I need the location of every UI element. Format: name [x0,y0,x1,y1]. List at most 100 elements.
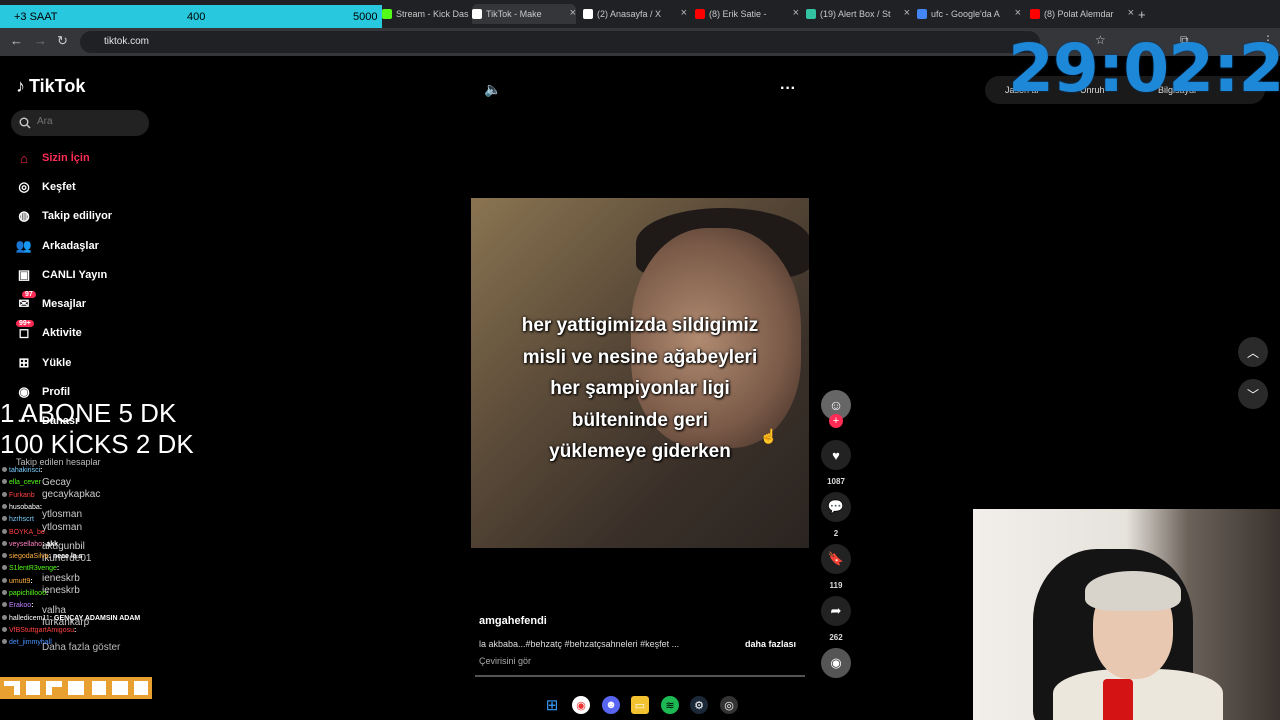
sidebar-item[interactable]: ◎ Keşfet [14,177,75,197]
following-account[interactable]: ieneskrb [42,573,80,584]
show-more-link[interactable]: Daha fazla göster [42,642,120,653]
steam-icon[interactable]: ⚙ [690,696,708,714]
following-account[interactable]: ytlosman [42,522,82,533]
tab-close-icon[interactable]: × [1015,7,1021,19]
chat-text: : [56,565,60,573]
browser-tab[interactable]: TikTok - Make × [472,4,576,24]
progress-end: 5000 [353,11,378,23]
chat-text: : neee la s [48,553,83,561]
chat-badge-icon [2,540,7,546]
comment-count: 2 [833,529,839,538]
reload-icon[interactable]: ↻ [57,33,68,49]
logo-graphic [0,677,152,699]
share-button[interactable]: ➦ [821,596,851,626]
chat-badge-icon [2,590,7,595]
compass-icon: ◎ [18,179,30,194]
more-button[interactable]: daha fazlası [745,639,796,649]
browser-tab[interactable]: ufc - Google'da A × [917,4,1021,24]
browser-tab[interactable]: (19) Alert Box / St × [806,4,910,24]
sidebar-item[interactable]: ⊞ Yükle [14,353,72,373]
comment-button[interactable]: 💬 [821,492,851,522]
search-icon [19,117,31,129]
next-video-button[interactable]: ﹀ [1238,379,1268,409]
chrome-icon[interactable]: ◉ [572,696,590,714]
volume-icon[interactable]: 🔈 [484,81,501,98]
tiktok-logo[interactable]: ♪ TikTok [16,76,85,97]
tab-label: (8) Polat Alemdar [1044,9,1114,19]
chat-username: Erakoo [9,602,32,610]
progress-label: +3 SAAT [14,11,58,23]
chat-message: tahakirisci: [2,467,42,474]
following-account[interactable]: ytlosman [42,509,82,520]
following-account[interactable]: Gecay [42,477,71,488]
share-count: 262 [829,633,843,642]
video-description: la akbaba...#behzatç #behzatçsahneleri #… [479,639,680,649]
browser-tab[interactable]: Stream - Kick Das× [382,4,486,24]
sidebar-item[interactable]: ⌂ Sizin İçin [14,148,90,168]
tab-close-icon[interactable]: × [681,7,687,19]
tab-close-icon[interactable]: × [904,7,910,19]
chat-badge-icon [2,479,7,485]
following-account[interactable]: gecaykapkac [42,489,100,500]
chat-text: : GENÇAY ADAMSIN ADAM [49,614,141,622]
promo-line-2: 100 KİCKS 2 DK [0,429,194,459]
chevron-up-icon: ︿ [1246,345,1259,360]
comment-icon: 💬 [827,499,845,514]
follow-plus-icon[interactable]: + [829,414,843,428]
video-author[interactable]: amgahefendi [479,615,547,627]
chat-username: ella_cever [9,479,41,487]
chat-badge-icon [2,626,7,632]
chat-message: husobaba: [2,503,42,511]
forward-icon[interactable]: → [34,33,47,48]
search-box[interactable] [11,110,149,136]
chat-badge-icon [2,577,7,583]
windows-start-icon[interactable]: ⊞ [543,696,561,714]
obs-icon[interactable]: ◎ [720,696,738,714]
like-button[interactable]: ♥ [821,440,851,470]
sidebar-item-label: Arkadaşlar [42,240,99,252]
microphone [1103,679,1133,720]
back-icon[interactable]: ← [10,33,23,48]
browser-tab[interactable]: (8) Erik Satie - × [695,4,799,24]
translate-link[interactable]: Çevirisini gör [479,656,531,666]
browser-tab[interactable]: (2) Anasayfa / X × [583,4,687,24]
chat-message: ella_cever [2,479,41,486]
sidebar-item[interactable]: ◍ Takip ediliyor [14,206,112,226]
sidebar-item-label: Aktivite [42,327,82,339]
browser-tab[interactable]: (8) Polat Alemdar × [1030,4,1134,24]
music-disc-avatar[interactable]: ◉ [821,648,851,678]
streamer-hair [1085,571,1181,611]
save-count: 119 [829,581,843,590]
video-caption: her yattigimizda sildigimiz misli ve nesi… [471,310,809,468]
progress-mid: 400 [187,11,206,23]
tab-close-icon[interactable]: × [570,7,576,19]
tab-close-icon[interactable]: × [1128,7,1134,19]
sidebar-item[interactable]: 👥 Arkadaşlar [14,236,99,256]
chat-badge-icon [2,503,7,509]
chat-message: VfBStuttgartAmigosu: [2,626,76,634]
video-player[interactable]: her yattigimizda sildigimiz misli ve nesi… [471,198,809,548]
previous-video-button[interactable]: ︿ [1238,337,1268,367]
new-tab-icon[interactable]: + [1138,4,1146,24]
discord-icon[interactable]: ☻ [602,696,620,714]
mouse-cursor-icon: ☝ [760,428,778,444]
chat-badge-icon [2,467,7,472]
search-input[interactable] [37,116,137,127]
chat-username: det_jimmyhall [9,639,52,647]
video-progress-track[interactable] [475,675,805,677]
chat-text: : [40,467,43,474]
tab-close-icon[interactable]: × [793,7,799,19]
spotify-icon[interactable]: ≋ [661,696,679,714]
save-button[interactable]: 🔖 [821,544,851,574]
bookmark-icon: 🔖 [827,551,845,566]
chat-username: siegodaSilva [9,553,49,561]
chat-username: umutt9 [9,577,31,585]
sidebar-item-label: Sizin İçin [42,152,90,164]
countdown-timer: 29:02:23 [1008,30,1280,107]
url-field[interactable]: tiktok.com [80,31,1040,53]
chat-badge-icon [2,565,7,571]
file-explorer-icon[interactable]: ▭ [631,696,649,714]
sidebar-item[interactable]: ▣ CANLI Yayın [14,265,107,285]
more-options-icon[interactable]: ··· [780,80,796,98]
notification-badge: 97 [22,291,36,298]
